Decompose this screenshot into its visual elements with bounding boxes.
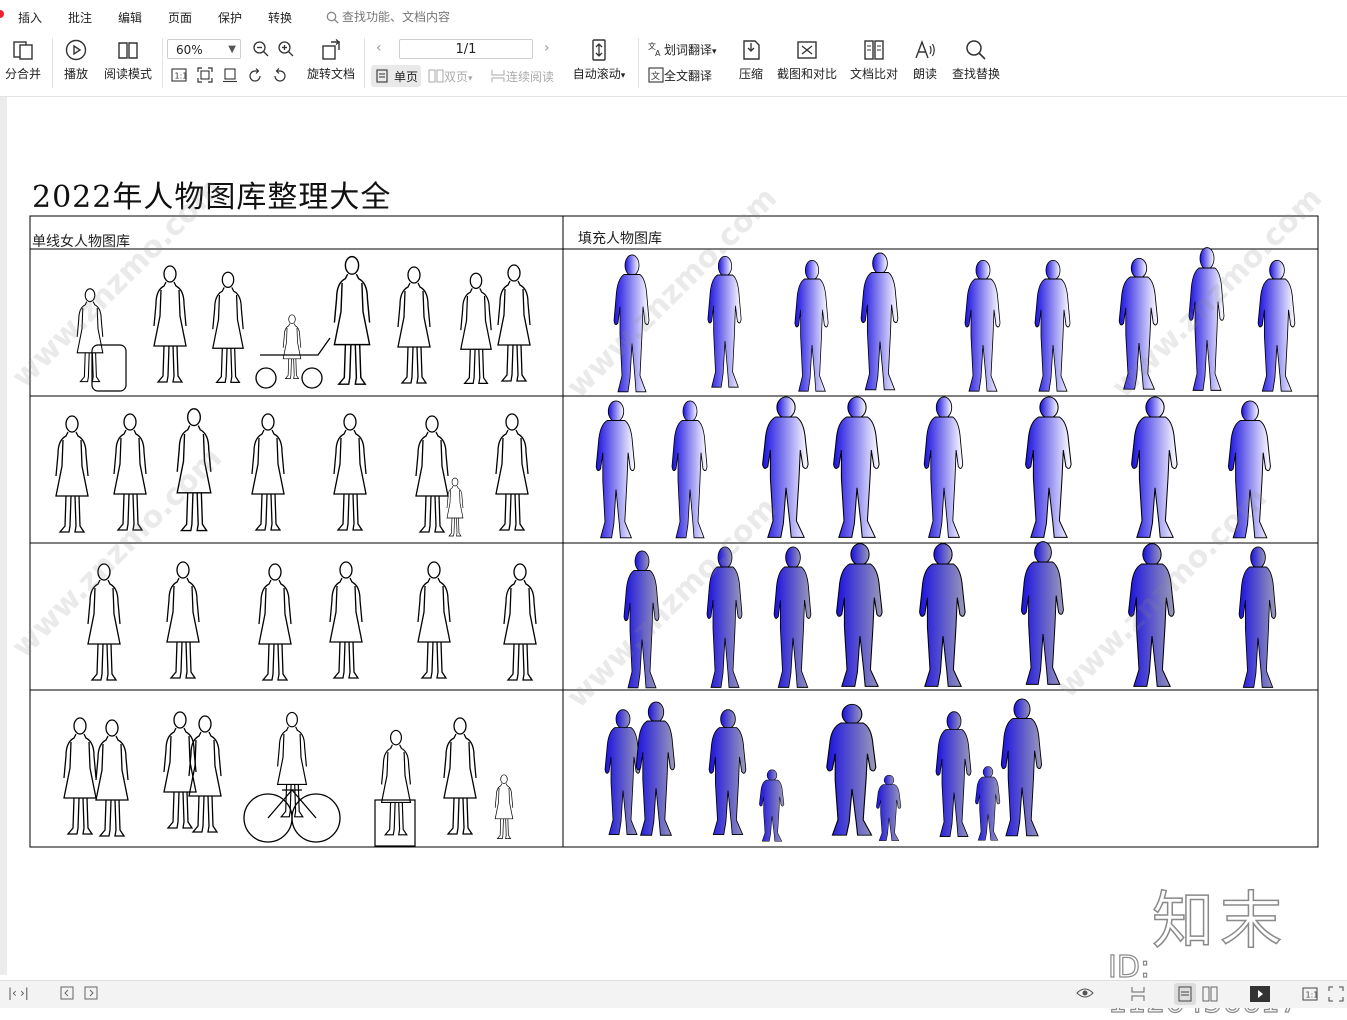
eye-icon[interactable] bbox=[1076, 986, 1094, 1000]
filled-figures-row-2 bbox=[595, 396, 1272, 539]
single-view-icon bbox=[1178, 986, 1192, 1002]
line-figures-row-3 bbox=[87, 561, 537, 681]
collapse-icon[interactable] bbox=[60, 986, 74, 1000]
brand-logo: 知末 bbox=[1151, 883, 1289, 958]
figure-library-drawing bbox=[29, 215, 1319, 848]
first-page-icon[interactable]: |‹ bbox=[8, 986, 17, 1000]
svg-text:1:1: 1:1 bbox=[1306, 991, 1319, 1000]
expand-icon[interactable] bbox=[84, 986, 98, 1000]
actual-size-icon[interactable]: 1:1 bbox=[1302, 986, 1318, 1002]
left-section-header: 单线女人物图库 bbox=[32, 234, 130, 250]
right-section-header: 填充人物图库 bbox=[578, 231, 662, 247]
double-view-icon[interactable] bbox=[1202, 986, 1218, 1002]
fit-page-icon[interactable] bbox=[1328, 986, 1344, 1002]
line-figures-row-4 bbox=[63, 711, 514, 847]
status-bar: |‹ ›| 1:1 bbox=[0, 980, 1347, 1008]
filled-figures-row-4 bbox=[604, 698, 1043, 842]
last-page-icon[interactable]: ›| bbox=[20, 986, 29, 1000]
continuous-view-icon[interactable] bbox=[1130, 986, 1146, 1002]
play-icon[interactable] bbox=[1250, 986, 1270, 1002]
